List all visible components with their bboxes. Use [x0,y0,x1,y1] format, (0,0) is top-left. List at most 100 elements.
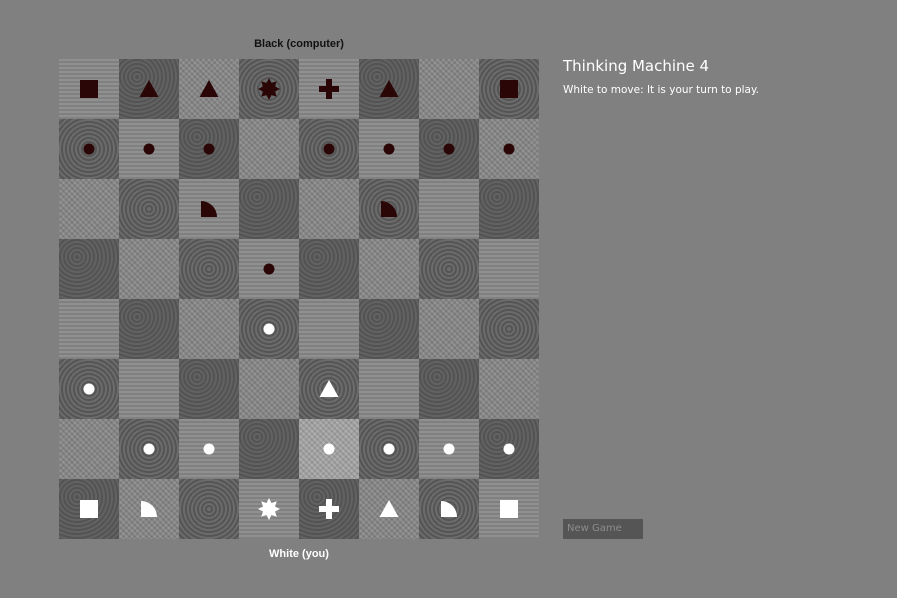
square-c8[interactable] [179,59,239,119]
square-f2[interactable] [359,419,419,479]
black-pawn-icon[interactable] [419,119,479,179]
square-b7[interactable] [119,119,179,179]
black-bishop-icon[interactable] [119,59,179,119]
square-e7[interactable] [299,119,359,179]
square-c1[interactable] [179,479,239,539]
square-b6[interactable] [119,179,179,239]
white-pawn-icon[interactable] [119,419,179,479]
square-b5[interactable] [119,239,179,299]
square-d3[interactable] [239,359,299,419]
white-pawn-icon[interactable] [239,299,299,359]
square-f6[interactable] [359,179,419,239]
black-pawn-icon[interactable] [239,239,299,299]
square-b4[interactable] [119,299,179,359]
square-b2[interactable] [119,419,179,479]
square-d8[interactable] [239,59,299,119]
square-h8[interactable] [479,59,539,119]
square-f8[interactable] [359,59,419,119]
black-pawn-icon[interactable] [479,119,539,179]
square-a2[interactable] [59,419,119,479]
chess-board[interactable] [59,59,539,539]
square-e5[interactable] [299,239,359,299]
square-g1[interactable] [419,479,479,539]
square-e3[interactable] [299,359,359,419]
square-b3[interactable] [119,359,179,419]
square-a5[interactable] [59,239,119,299]
white-rook-icon[interactable] [479,479,539,539]
black-pawn-icon[interactable] [299,119,359,179]
square-c2[interactable] [179,419,239,479]
black-pawn-icon[interactable] [119,119,179,179]
black-pawn-icon[interactable] [179,119,239,179]
square-c7[interactable] [179,119,239,179]
square-h4[interactable] [479,299,539,359]
black-rook-icon[interactable] [59,59,119,119]
square-g4[interactable] [419,299,479,359]
square-h3[interactable] [479,359,539,419]
square-c5[interactable] [179,239,239,299]
square-d4[interactable] [239,299,299,359]
square-e1[interactable] [299,479,359,539]
black-bishop-icon[interactable] [179,59,239,119]
game-title: Thinking Machine 4 [563,57,710,75]
black-pawn-icon[interactable] [359,119,419,179]
square-d7[interactable] [239,119,299,179]
white-pawn-icon[interactable] [419,419,479,479]
white-rook-icon[interactable] [59,479,119,539]
square-c3[interactable] [179,359,239,419]
square-d6[interactable] [239,179,299,239]
square-e8[interactable] [299,59,359,119]
square-d5[interactable] [239,239,299,299]
black-king-icon[interactable] [299,59,359,119]
white-knight-icon[interactable] [119,479,179,539]
square-g6[interactable] [419,179,479,239]
square-h5[interactable] [479,239,539,299]
square-a3[interactable] [59,359,119,419]
square-d1[interactable] [239,479,299,539]
black-knight-icon[interactable] [179,179,239,239]
black-pawn-icon[interactable] [59,119,119,179]
white-queen-icon[interactable] [239,479,299,539]
square-f4[interactable] [359,299,419,359]
white-pawn-icon[interactable] [299,419,359,479]
square-h7[interactable] [479,119,539,179]
white-knight-icon[interactable] [419,479,479,539]
square-b1[interactable] [119,479,179,539]
square-h6[interactable] [479,179,539,239]
white-pawn-icon[interactable] [59,359,119,419]
square-f3[interactable] [359,359,419,419]
square-g3[interactable] [419,359,479,419]
black-bishop-icon[interactable] [359,59,419,119]
square-g7[interactable] [419,119,479,179]
square-g5[interactable] [419,239,479,299]
square-g8[interactable] [419,59,479,119]
square-h1[interactable] [479,479,539,539]
square-d2[interactable] [239,419,299,479]
white-pawn-icon[interactable] [179,419,239,479]
square-a1[interactable] [59,479,119,539]
new-game-button[interactable]: New Game [563,519,643,539]
square-c4[interactable] [179,299,239,359]
white-king-icon[interactable] [299,479,359,539]
black-rook-icon[interactable] [479,59,539,119]
white-bishop-icon[interactable] [299,359,359,419]
square-a6[interactable] [59,179,119,239]
square-c6[interactable] [179,179,239,239]
square-f7[interactable] [359,119,419,179]
white-pawn-icon[interactable] [359,419,419,479]
black-knight-icon[interactable] [359,179,419,239]
square-b8[interactable] [119,59,179,119]
black-queen-icon[interactable] [239,59,299,119]
white-pawn-icon[interactable] [479,419,539,479]
square-h2[interactable] [479,419,539,479]
square-e4[interactable] [299,299,359,359]
square-g2[interactable] [419,419,479,479]
square-a4[interactable] [59,299,119,359]
square-a7[interactable] [59,119,119,179]
square-f5[interactable] [359,239,419,299]
square-a8[interactable] [59,59,119,119]
square-e2[interactable] [299,419,359,479]
square-f1[interactable] [359,479,419,539]
square-e6[interactable] [299,179,359,239]
white-bishop-icon[interactable] [359,479,419,539]
